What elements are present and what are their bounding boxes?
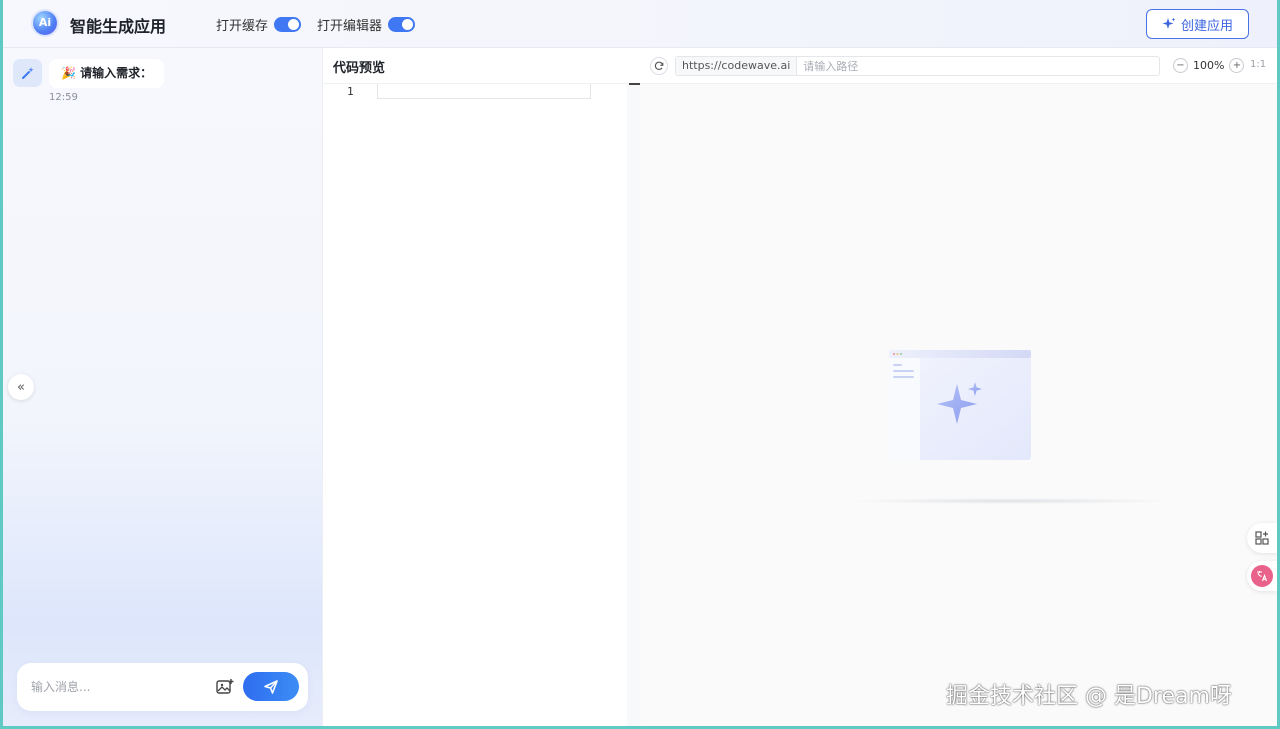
cache-toggle-label: 打开缓存 [216,19,269,34]
app-title: 智能生成应用 [70,17,167,36]
illustration-shadow [846,498,1176,504]
apps-float-button[interactable] [1247,523,1277,553]
url-bar: https://codewave.ai [675,56,1160,76]
editor-scrollbar[interactable] [627,84,642,726]
code-preview-title: 代码预览 [333,61,386,76]
chat-input-box [17,663,308,711]
message-time: 12:59 [49,92,78,103]
watermark: 掘金技术社区 @ 是Dream呀 [946,684,1232,709]
editor-toggle-group: 打开编辑器 [317,15,416,34]
top-header: Ai 智能生成应用 打开缓存 打开编辑器 创建应用 [3,0,1277,48]
path-input[interactable] [797,59,1159,73]
translate-float-button[interactable] [1247,561,1277,591]
editor-toggle[interactable] [388,17,416,32]
refresh-icon [654,61,664,70]
app-window: Ai 智能生成应用 打开缓存 打开编辑器 创建应用 🎉 请输入需求： 12:59… [3,0,1277,726]
preview-panel: https://codewave.ai − 100% + 1:1 [641,48,1277,726]
paper-plane-icon [264,679,278,694]
translate-icon [1251,565,1273,587]
create-app-button[interactable]: 创建应用 [1146,9,1249,39]
bot-message: 🎉 请输入需求： [49,59,165,88]
line-number: 1 [347,85,354,98]
zoom-in-icon[interactable]: + [1229,58,1245,73]
cache-toggle-group: 打开缓存 [216,15,302,34]
collapse-panel-button[interactable]: « [8,374,34,400]
chat-panel: 🎉 请输入需求： 12:59 « [3,48,322,726]
empty-preview-illustration [889,350,1031,460]
cache-toggle[interactable] [274,17,302,32]
double-chevron-left-icon: « [17,379,25,395]
zoom-out-icon[interactable]: − [1173,58,1188,73]
scroll-position-marker [629,83,640,85]
image-upload-icon[interactable] [215,677,235,697]
magic-wand-icon [21,67,34,79]
reset-ratio-button[interactable]: 1:1 [1250,59,1266,70]
sparkle-icon [1162,17,1176,29]
editor-toggle-label: 打开编辑器 [317,19,383,34]
zoom-level: 100% [1193,59,1225,72]
bot-avatar [13,59,42,87]
app-logo: Ai [33,11,57,35]
code-editor-line[interactable] [377,84,591,99]
preview-toolbar: https://codewave.ai − 100% + 1:1 [641,48,1277,84]
create-app-label: 创建应用 [1180,18,1233,34]
zoom-controls: − 100% + [1173,58,1245,73]
grid-add-icon [1255,531,1269,545]
refresh-button[interactable] [650,57,668,75]
code-preview-panel: 代码预览 1 [322,48,642,726]
url-base: https://codewave.ai [676,57,798,75]
send-button[interactable] [243,672,299,701]
message-input[interactable] [31,676,201,698]
